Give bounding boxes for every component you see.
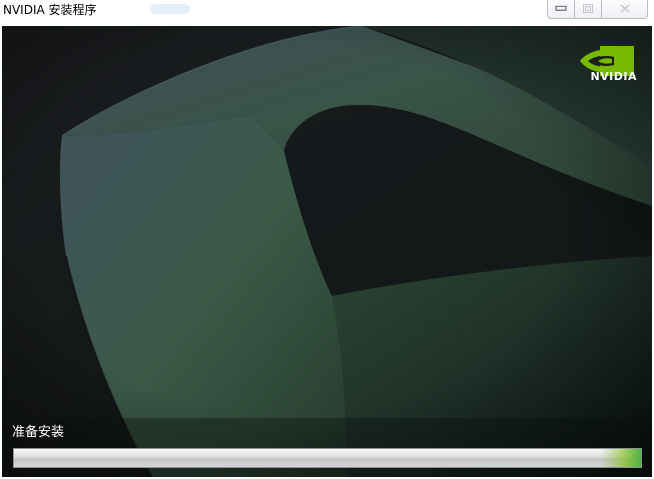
window-title: NVIDIA 安装程序: [3, 3, 97, 17]
nvidia-logo-text: NVIDIA: [590, 70, 637, 83]
background-artwork: [2, 26, 652, 477]
installer-content: NVIDIA 准备安装: [2, 26, 652, 477]
window-controls: [547, 0, 648, 20]
title-bar[interactable]: NVIDIA 安装程序: [0, 0, 654, 26]
minimize-icon: [555, 5, 567, 11]
maximize-icon: [583, 4, 593, 14]
status-text: 准备安装: [12, 425, 65, 440]
close-button[interactable]: [602, 0, 648, 19]
title-glow: [150, 4, 190, 14]
progress-bar: [13, 448, 642, 468]
progress-fill: [14, 449, 641, 467]
minimize-button[interactable]: [547, 0, 575, 19]
close-icon: [620, 4, 629, 13]
maximize-button[interactable]: [575, 0, 602, 19]
progress-indicator: [601, 449, 641, 467]
installer-window: NVIDIA 安装程序 NVIDIA 准备安装: [0, 0, 654, 479]
